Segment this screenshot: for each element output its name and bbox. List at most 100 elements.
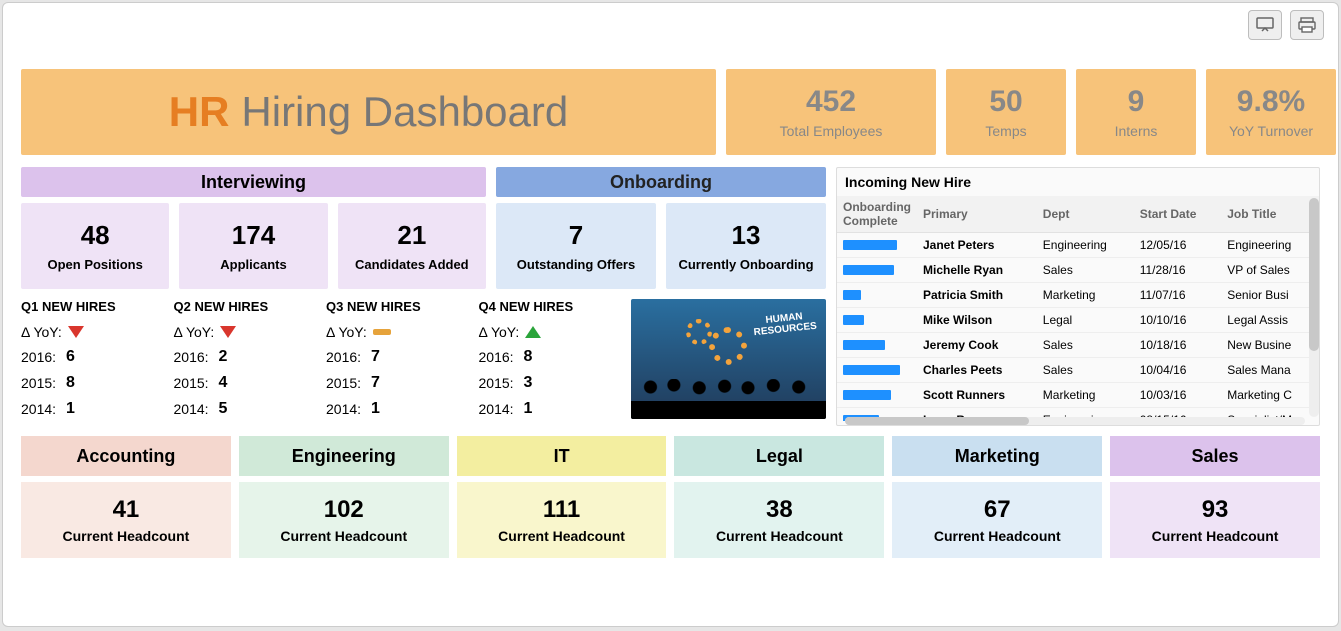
- interviewing-header: Interviewing: [21, 167, 486, 197]
- cell-progress: [837, 233, 917, 258]
- dept-count: 67: [984, 496, 1011, 524]
- dept-name: Legal: [674, 436, 884, 476]
- quarter-yoy: Δ YoY:: [479, 324, 622, 340]
- quarter-block: Q3 NEW HIRESΔ YoY: 2016:72015:72014:1: [326, 299, 469, 426]
- table-row[interactable]: Scott RunnersMarketing10/03/16Marketing …: [837, 383, 1319, 408]
- hscroll-thumb[interactable]: [845, 417, 1029, 425]
- vertical-scrollbar[interactable]: [1309, 198, 1319, 417]
- metric-label: YoY Turnover: [1229, 123, 1313, 139]
- cell-job: Sales Mana: [1221, 358, 1319, 383]
- cell-job: VP of Sales: [1221, 258, 1319, 283]
- metric-total-employees: 452 Total Employees: [726, 69, 936, 155]
- vscroll-thumb[interactable]: [1309, 198, 1319, 351]
- table-row[interactable]: Patricia SmithMarketing11/07/16Senior Bu…: [837, 283, 1319, 308]
- dept-body: 93Current Headcount: [1110, 482, 1320, 558]
- cell-dept: Sales: [1037, 258, 1134, 283]
- table-title: Incoming New Hire: [837, 168, 1319, 196]
- th-job[interactable]: Job Title: [1221, 196, 1319, 233]
- th-dept[interactable]: Dept: [1037, 196, 1134, 233]
- table-row[interactable]: Janet PetersEngineering12/05/16Engineeri…: [837, 233, 1319, 258]
- dept-count: 41: [113, 496, 140, 524]
- cell-dept: Engineering: [1037, 233, 1134, 258]
- trend-up-icon: [525, 326, 541, 338]
- quarter-yoy: Δ YoY:: [326, 324, 469, 340]
- quarter-2014: 2014:1: [326, 400, 469, 418]
- incoming-hire-panel: Incoming New Hire Onboarding Complete Pr…: [836, 167, 1320, 426]
- dashboard-content: HR Hiring Dashboard 452 Total Employees …: [3, 69, 1338, 570]
- quarters-row: Q1 NEW HIRESΔ YoY: 2016:62015:82014:1Q2 …: [21, 299, 826, 426]
- table-row[interactable]: Jeremy CookSales10/18/16New Busine: [837, 333, 1319, 358]
- quarter-title: Q2 NEW HIRES: [174, 299, 317, 314]
- metric-temps: 50 Temps: [946, 69, 1066, 155]
- cell-progress: [837, 358, 917, 383]
- cell-job: Legal Assis: [1221, 308, 1319, 333]
- table-row[interactable]: Charles PeetsSales10/04/16Sales Mana: [837, 358, 1319, 383]
- print-icon: [1298, 17, 1316, 33]
- metric-label: Interns: [1115, 123, 1158, 139]
- dept-name: Sales: [1110, 436, 1320, 476]
- cell-primary: Michelle Ryan: [917, 258, 1037, 283]
- dept-count: 102: [324, 496, 364, 524]
- table-row[interactable]: Mike WilsonLegal10/10/16Legal Assis: [837, 308, 1319, 333]
- trend-down-icon: [220, 326, 236, 338]
- table-scroll-wrap: Onboarding Complete Primary Dept Start D…: [837, 196, 1319, 421]
- quarter-2014: 2014:1: [21, 400, 164, 418]
- cell-job: Senior Busi: [1221, 283, 1319, 308]
- trend-down-icon: [68, 326, 84, 338]
- dept-count: 38: [766, 496, 793, 524]
- quarter-2016: 2016:7: [326, 348, 469, 366]
- dept-count-label: Current Headcount: [63, 528, 190, 544]
- stat-label: Outstanding Offers: [517, 257, 635, 272]
- present-icon: [1256, 17, 1274, 33]
- metric-value: 452: [806, 85, 856, 119]
- cell-job: Engineering: [1221, 233, 1319, 258]
- metric-interns: 9 Interns: [1076, 69, 1196, 155]
- stat-label: Candidates Added: [355, 257, 469, 272]
- quarter-title: Q3 NEW HIRES: [326, 299, 469, 314]
- dept-body: 111Current Headcount: [457, 482, 667, 558]
- cell-job: Marketing C: [1221, 383, 1319, 408]
- cell-primary: Scott Runners: [917, 383, 1037, 408]
- th-start[interactable]: Start Date: [1134, 196, 1222, 233]
- cell-dept: Marketing: [1037, 283, 1134, 308]
- onboarding-header: Onboarding: [496, 167, 826, 197]
- cell-dept: Marketing: [1037, 383, 1134, 408]
- dept-count: 93: [1202, 496, 1229, 524]
- mid-row: Interviewing Onboarding 48 Open Position…: [21, 167, 1320, 426]
- title-banner: HR Hiring Dashboard: [21, 69, 716, 155]
- metric-label: Temps: [985, 123, 1026, 139]
- stat-value: 174: [232, 220, 275, 251]
- dept-count-label: Current Headcount: [280, 528, 407, 544]
- cell-progress: [837, 283, 917, 308]
- cell-primary: Patricia Smith: [917, 283, 1037, 308]
- dept-name: Engineering: [239, 436, 449, 476]
- stat-open-positions: 48 Open Positions: [21, 203, 169, 289]
- quarter-yoy: Δ YoY:: [174, 324, 317, 340]
- dept-body: 67Current Headcount: [892, 482, 1102, 558]
- table-row[interactable]: Michelle RyanSales11/28/16VP of Sales: [837, 258, 1319, 283]
- cell-start: 10/04/16: [1134, 358, 1222, 383]
- quarter-yoy: Δ YoY:: [21, 324, 164, 340]
- stat-cards: 48 Open Positions 174 Applicants 21 Cand…: [21, 203, 826, 289]
- quarter-block: Q1 NEW HIRESΔ YoY: 2016:62015:82014:1: [21, 299, 164, 426]
- th-onboarding[interactable]: Onboarding Complete: [837, 196, 917, 233]
- horizontal-scrollbar[interactable]: [845, 417, 1305, 425]
- stat-currently-onboarding: 13 Currently Onboarding: [666, 203, 826, 289]
- cell-progress: [837, 333, 917, 358]
- quarter-2015: 2015:8: [21, 374, 164, 392]
- department-row: Accounting41Current HeadcountEngineering…: [21, 436, 1320, 558]
- cell-start: 10/18/16: [1134, 333, 1222, 358]
- trend-flat-icon: [373, 329, 391, 335]
- present-button[interactable]: [1248, 10, 1282, 40]
- cell-progress: [837, 258, 917, 283]
- dept-card: IT111Current Headcount: [457, 436, 667, 558]
- stat-applicants: 174 Applicants: [179, 203, 327, 289]
- hr-image-caption: HUMANRESOURCES: [752, 310, 817, 339]
- metric-value: 9.8%: [1237, 85, 1305, 119]
- dept-card: Engineering 102 Current Headcount: [239, 436, 449, 558]
- dept-count-label: Current Headcount: [716, 528, 843, 544]
- cell-primary: Mike Wilson: [917, 308, 1037, 333]
- print-button[interactable]: [1290, 10, 1324, 40]
- cell-dept: Legal: [1037, 308, 1134, 333]
- th-primary[interactable]: Primary: [917, 196, 1037, 233]
